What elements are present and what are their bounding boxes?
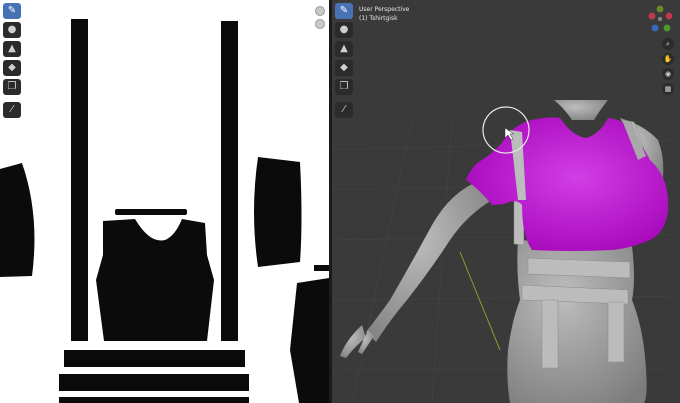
uv-back-panel xyxy=(290,278,329,403)
annotate-icon[interactable]: ⁄ xyxy=(335,102,353,118)
grid-icon[interactable]: ▦ xyxy=(662,83,674,95)
viewport-header: User Perspective (1) Tshirtgisk xyxy=(359,5,409,23)
camera-icon[interactable]: ◉ xyxy=(662,68,674,80)
uv-toolbar: ✎ ● ▲ ◆ ❒ ⁄ xyxy=(3,3,21,118)
smear-icon[interactable]: ▲ xyxy=(3,41,21,57)
clone-icon[interactable]: ❒ xyxy=(335,79,353,95)
zoom-icon[interactable]: ⌕ xyxy=(662,38,674,50)
view-name: User Perspective xyxy=(359,6,410,13)
uv-canvas[interactable] xyxy=(0,0,329,403)
object-name: (1) Tshirtgisk xyxy=(359,15,398,22)
viewport-toolbar: ✎ ● ▲ ◆ ❒ ⁄ xyxy=(335,3,353,118)
uv-strap-left xyxy=(71,19,88,341)
pan-hand-icon[interactable]: ✋ xyxy=(662,53,674,65)
axis-gizmo[interactable] xyxy=(645,4,675,34)
viewport-nav: ⌕ ✋ ◉ ▦ xyxy=(662,38,674,95)
smear-icon[interactable]: ▲ xyxy=(335,41,353,57)
annotate-icon[interactable]: ⁄ xyxy=(3,102,21,118)
uv-sleeve-right xyxy=(254,157,302,267)
drop-icon[interactable]: ● xyxy=(335,22,353,38)
brush-icon[interactable]: ✎ xyxy=(3,3,21,19)
uv-sleeve-left xyxy=(0,163,35,277)
uv-back-strip xyxy=(314,265,329,271)
viewport-pane[interactable]: ✎ ● ▲ ◆ ❒ ⁄ User Perspective (1) Tshirtg… xyxy=(332,0,680,403)
uv-band-1 xyxy=(64,350,245,367)
uv-front-panel xyxy=(96,219,214,341)
fill-icon[interactable]: ◆ xyxy=(335,60,353,76)
viewport-canvas[interactable] xyxy=(332,0,680,403)
y-axis-line xyxy=(459,251,501,351)
uv-collar-strip xyxy=(115,209,187,215)
uv-band-3 xyxy=(59,397,249,403)
view-settings-icon[interactable] xyxy=(315,6,325,16)
drop-icon[interactable]: ● xyxy=(3,22,21,38)
uv-strap-right xyxy=(221,21,238,341)
brush-icon[interactable]: ✎ xyxy=(335,3,353,19)
uv-editor-pane[interactable]: ✎ ● ▲ ◆ ❒ ⁄ xyxy=(0,0,329,403)
fill-icon[interactable]: ◆ xyxy=(3,60,21,76)
uv-band-2 xyxy=(59,374,249,391)
overlay-icon[interactable] xyxy=(315,19,325,29)
clone-icon[interactable]: ❒ xyxy=(3,79,21,95)
